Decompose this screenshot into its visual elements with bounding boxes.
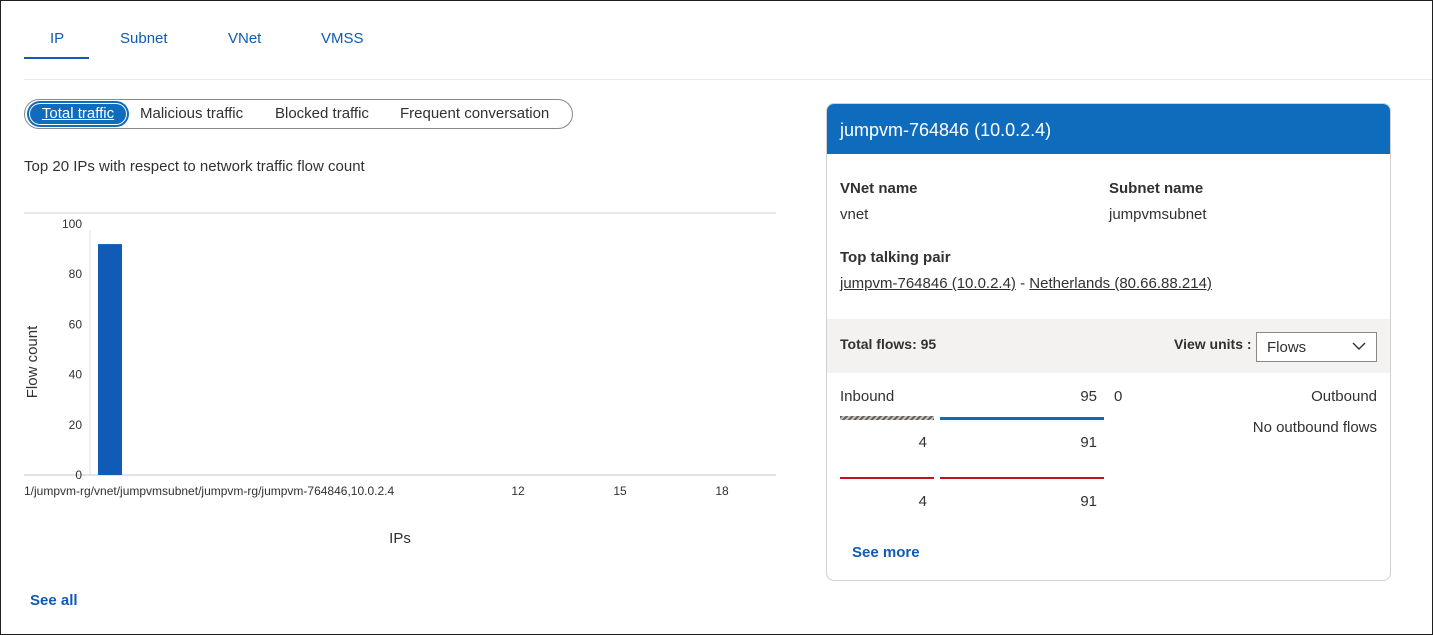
y-tick-label: 80 xyxy=(69,267,83,281)
filter-frequent-conversation[interactable]: Frequent conversation xyxy=(400,105,549,122)
y-tick-label: 20 xyxy=(69,418,83,432)
view-units-selected: Flows xyxy=(1267,339,1307,356)
subnet-name-value: jumpvmsubnet xyxy=(1109,206,1207,223)
outbound-label: Outbound xyxy=(1311,388,1377,405)
filter-total-traffic[interactable]: Total traffic xyxy=(29,103,127,125)
x-tick-label: 1/jumpvm-rg/vnet/jumpvmsubnet/jumpvm-rg/… xyxy=(24,484,394,498)
denied-bar-left xyxy=(840,477,934,479)
y-axis-title: Flow count xyxy=(24,325,41,398)
pair-destination-link[interactable]: Netherlands (80.66.88.214) xyxy=(1029,275,1212,292)
tabs-divider xyxy=(24,79,1432,80)
chart-svg: 0 20 40 60 80 100 1/jumpvm-rg/vnet/jumpvmsubne… xyxy=(24,212,776,547)
x-tick-label: 12 xyxy=(511,484,525,498)
vnet-name-value: vnet xyxy=(840,206,869,223)
denied-bar-right xyxy=(940,477,1104,479)
active-tab-indicator xyxy=(24,57,89,59)
see-all-link[interactable]: See all xyxy=(30,592,78,609)
traffic-filter-group: Total traffic Malicious traffic Blocked … xyxy=(24,99,573,129)
filter-malicious-traffic[interactable]: Malicious traffic xyxy=(140,105,243,122)
tab-vnet[interactable]: VNet xyxy=(228,30,261,47)
ip-detail-card: jumpvm-764846 (10.0.2.4) VNet name vnet … xyxy=(826,103,1391,581)
y-tick-label: 60 xyxy=(69,317,83,331)
card-title: jumpvm-764846 (10.0.2.4) xyxy=(827,104,1390,154)
inbound-total: 95 xyxy=(1080,388,1097,405)
pair-separator: - xyxy=(1020,275,1026,292)
x-axis-title: IPs xyxy=(389,530,411,547)
y-tick-label: 0 xyxy=(75,468,82,482)
x-tick-label: 18 xyxy=(715,484,729,498)
view-units-label: View units : xyxy=(1174,336,1252,352)
inbound-allowed-bar xyxy=(940,417,1104,420)
total-flows: Total flows: 95 xyxy=(840,336,937,352)
pair-source-link[interactable]: jumpvm-764846 (10.0.2.4) xyxy=(840,275,1016,292)
top-talking-pair-label: Top talking pair xyxy=(840,249,951,266)
tab-vmss[interactable]: VMSS xyxy=(321,30,364,47)
inbound-label: Inbound xyxy=(840,388,895,405)
y-tick-label: 100 xyxy=(62,217,82,231)
tab-subnet[interactable]: Subnet xyxy=(120,30,168,47)
row2-left-value: 4 xyxy=(918,493,927,510)
chevron-down-icon xyxy=(1352,342,1366,350)
x-tick-label: 15 xyxy=(613,484,627,498)
row1-left-value: 4 xyxy=(918,434,927,451)
see-more-link[interactable]: See more xyxy=(852,544,920,561)
y-tick-label: 40 xyxy=(69,368,83,382)
inbound-hatched-bar xyxy=(840,416,934,420)
view-units-dropdown[interactable]: Flows xyxy=(1256,332,1377,362)
filter-blocked-traffic[interactable]: Blocked traffic xyxy=(275,105,369,122)
row1-right-value: 91 xyxy=(1080,434,1097,451)
top-talking-pair: jumpvm-764846 (10.0.2.4) - Netherlands (… xyxy=(840,275,1212,292)
vnet-name-label: VNet name xyxy=(840,180,918,197)
subnet-name-label: Subnet name xyxy=(1109,180,1204,197)
flow-count-chart: 0 20 40 60 80 100 1/jumpvm-rg/vnet/jumpvmsubne… xyxy=(20,205,780,555)
row2-right-value: 91 xyxy=(1080,493,1097,510)
chart-subtitle: Top 20 IPs with respect to network traff… xyxy=(24,158,365,175)
outbound-total: 0 xyxy=(1114,388,1123,405)
tab-ip[interactable]: IP xyxy=(50,30,64,47)
chart-bar xyxy=(98,244,122,475)
no-outbound-flows: No outbound flows xyxy=(1252,419,1377,436)
